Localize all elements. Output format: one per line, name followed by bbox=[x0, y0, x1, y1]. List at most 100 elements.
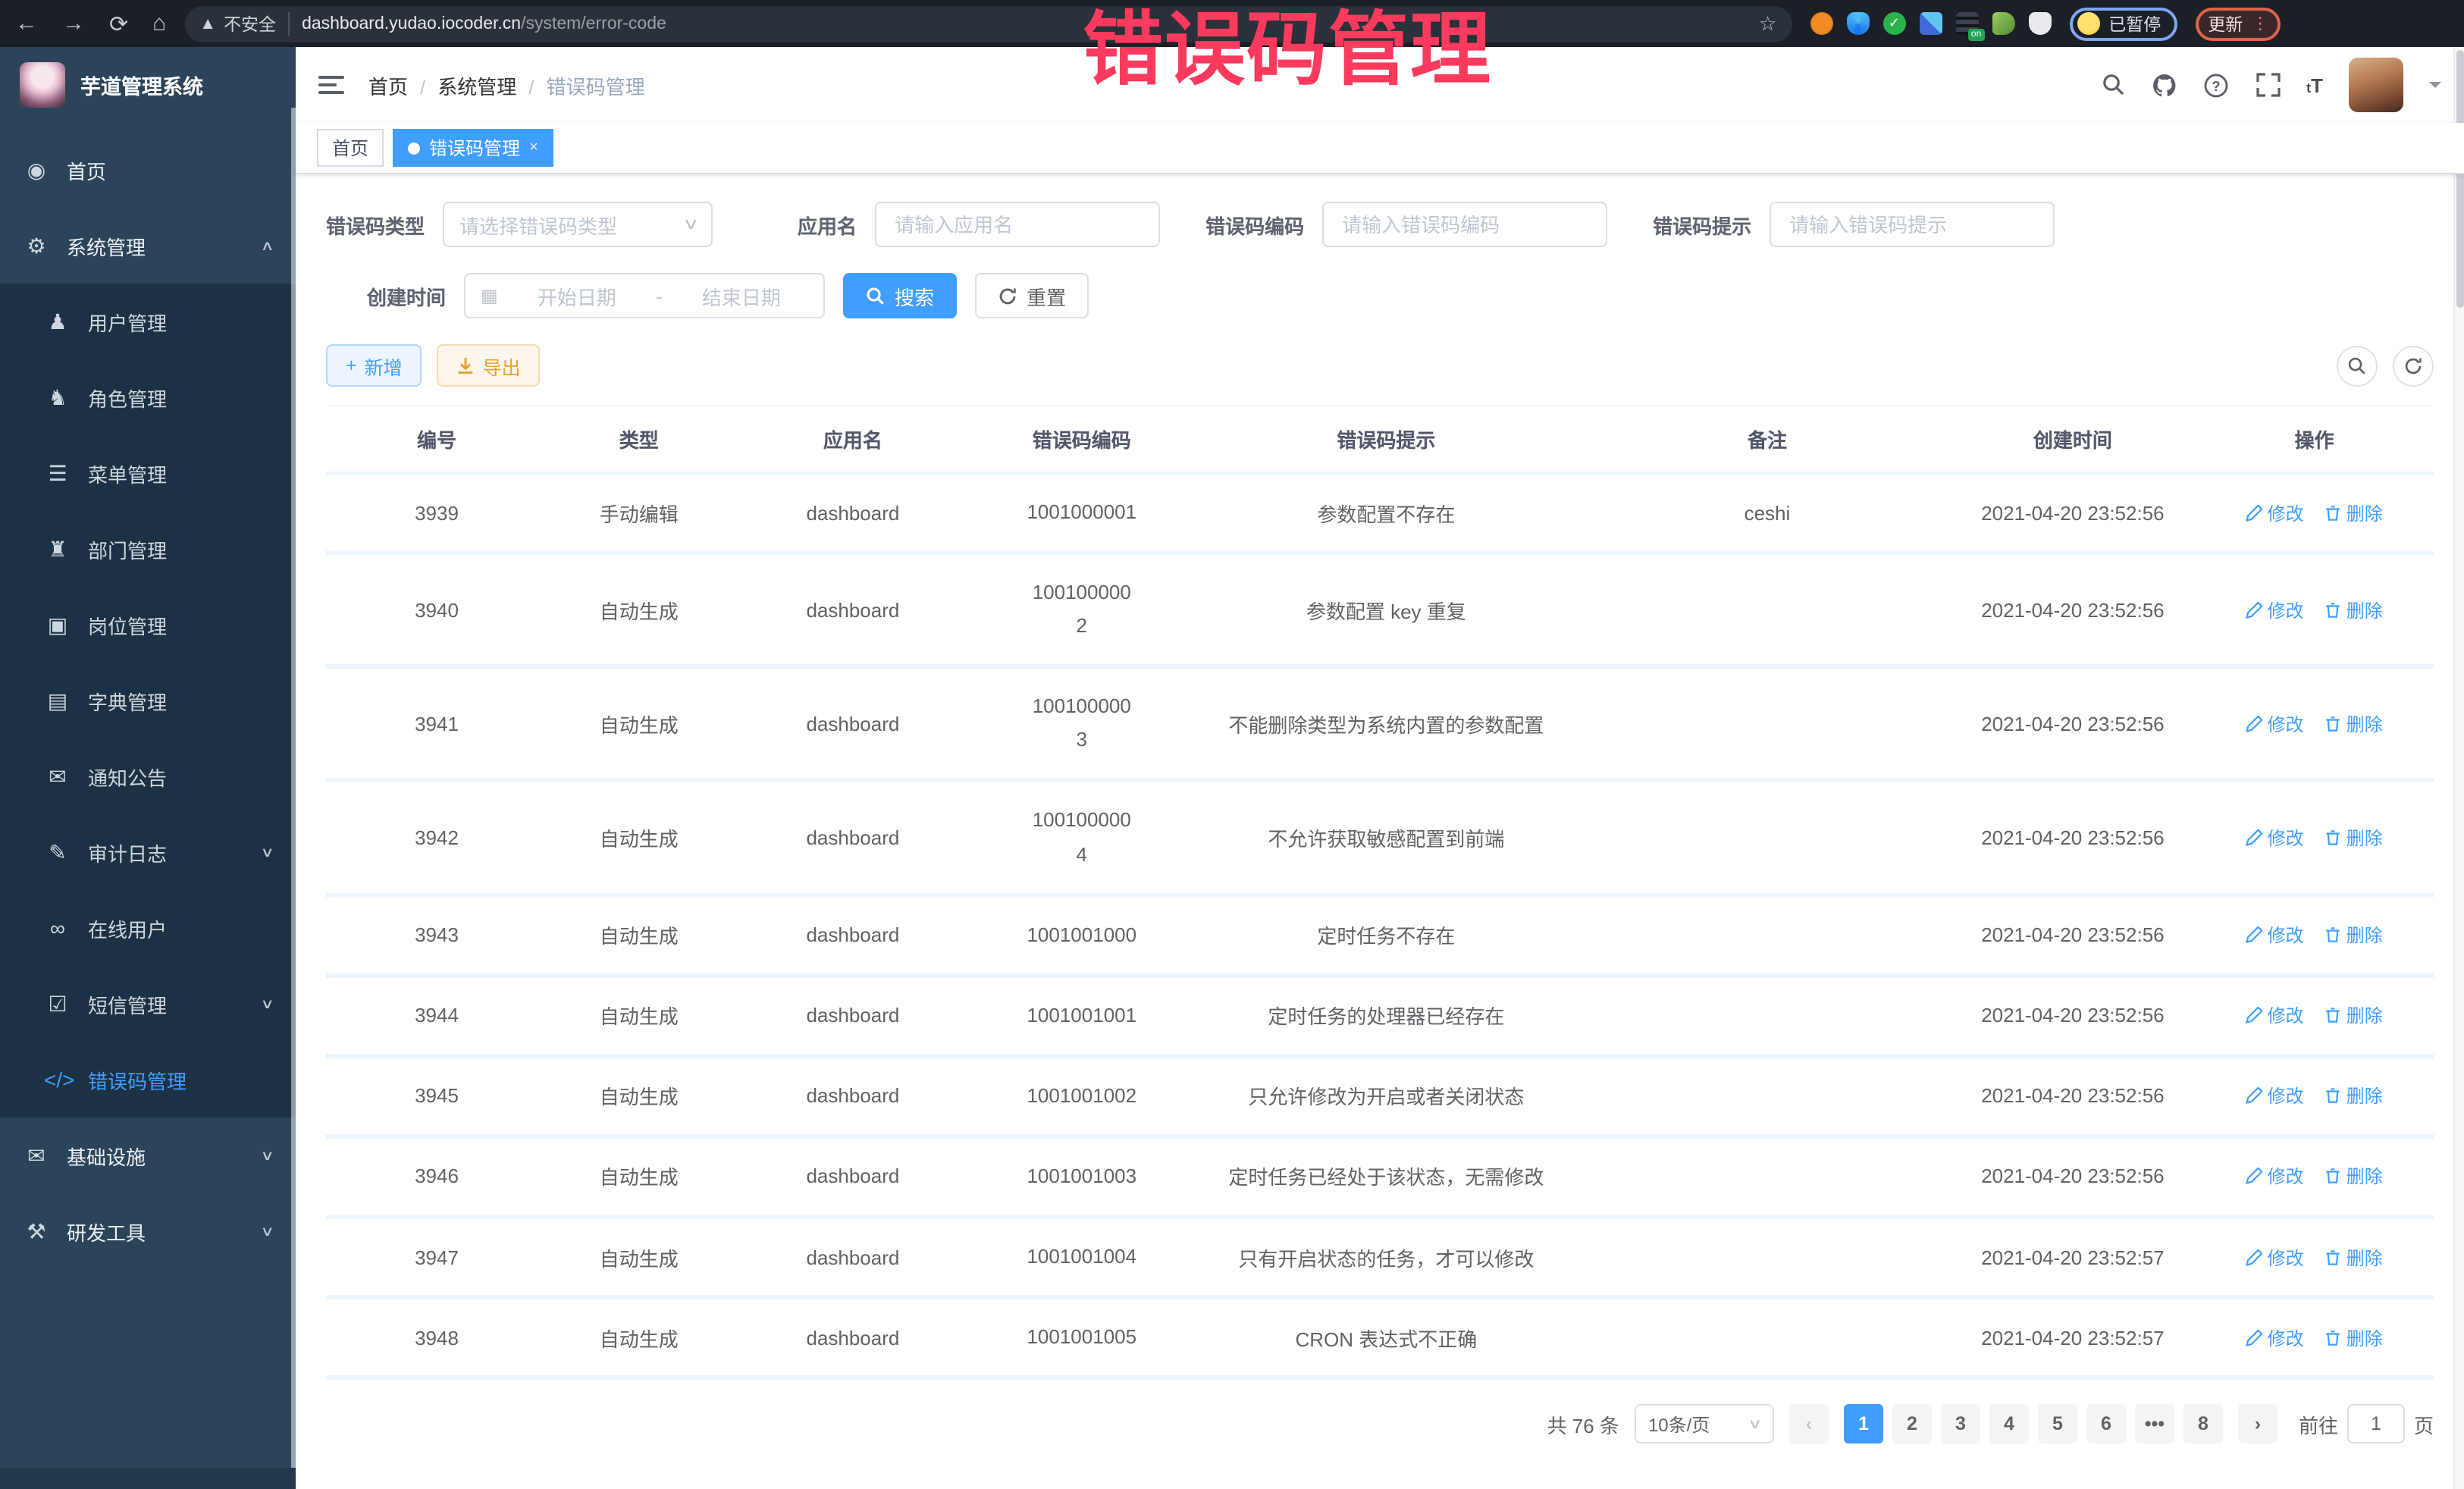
breadcrumb-item[interactable]: 系统管理/ bbox=[437, 71, 534, 99]
table-row[interactable]: 3942 自动生成 dashboard 100100000 4 不允许获取敏感配… bbox=[326, 781, 2434, 895]
reset-button[interactable]: 重置 bbox=[975, 273, 1089, 318]
table-header-cell[interactable]: 类型 bbox=[547, 406, 730, 473]
delete-link[interactable]: 删除 bbox=[2325, 922, 2383, 948]
sidebar-item[interactable]: ♟ 用户管理 bbox=[0, 284, 296, 359]
extension-icon-blue-grid[interactable] bbox=[1919, 12, 1942, 35]
view-tag[interactable]: 首页 bbox=[317, 129, 384, 167]
table-header-cell[interactable]: 创建时间 bbox=[1950, 406, 2195, 473]
sidebar-item[interactable]: ♞ 角色管理 bbox=[0, 359, 296, 435]
sidebar-item[interactable]: ∞ 在线用户 bbox=[0, 890, 296, 966]
delete-link[interactable]: 删除 bbox=[2325, 1324, 2383, 1350]
page-number[interactable]: ••• bbox=[2135, 1404, 2174, 1444]
search-icon[interactable] bbox=[2100, 72, 2126, 98]
bookmark-star-icon[interactable]: ☆ bbox=[1759, 11, 1776, 36]
table-header-cell[interactable]: 操作 bbox=[2195, 406, 2434, 473]
page-number[interactable]: 8 bbox=[2183, 1404, 2223, 1444]
forward-icon[interactable]: → bbox=[62, 11, 85, 36]
back-icon[interactable]: ← bbox=[15, 11, 38, 36]
sidebar-item[interactable]: ☑ 短信管理 ∨ bbox=[0, 966, 296, 1042]
sidebar-item[interactable]: ⚙ 系统管理 ∧ bbox=[0, 208, 296, 284]
sidebar-item[interactable]: ☰ 菜单管理 bbox=[0, 435, 296, 511]
table-header-cell[interactable]: 错误码编码 bbox=[975, 406, 1188, 473]
reload-icon[interactable]: ⟳ bbox=[109, 10, 128, 37]
sidebar-item[interactable]: </> 错误码管理 bbox=[0, 1042, 296, 1118]
extension-icon-blue-pin[interactable] bbox=[1846, 12, 1869, 35]
delete-link[interactable]: 删除 bbox=[2325, 1244, 2383, 1270]
browser-menu-icon[interactable]: ⋮ bbox=[2252, 14, 2268, 33]
toggle-search-button[interactable] bbox=[2337, 345, 2378, 386]
table-header-cell[interactable]: 备注 bbox=[1584, 406, 1950, 473]
font-size-icon[interactable]: tT bbox=[2306, 74, 2323, 96]
sidebar-item[interactable]: ✉ 基础设施 ∨ bbox=[0, 1118, 296, 1193]
refresh-button[interactable] bbox=[2393, 345, 2434, 386]
profile-paused-chip[interactable]: 已暂停 bbox=[2069, 7, 2177, 40]
add-button[interactable]: + 新增 bbox=[326, 344, 422, 387]
table-row[interactable]: 3945 自动生成 dashboard 1001001002 只允许修改为开启或… bbox=[326, 1056, 2434, 1136]
error-msg-input[interactable] bbox=[1770, 202, 2055, 247]
extension-icon-green-key[interactable] bbox=[1992, 12, 2014, 35]
help-icon[interactable]: ? bbox=[2203, 72, 2229, 98]
sidebar-item[interactable]: ✉ 通知公告 bbox=[0, 738, 296, 814]
extension-icon-puzzle[interactable] bbox=[2028, 12, 2051, 35]
sidebar-collapse-bar[interactable] bbox=[0, 1468, 296, 1489]
delete-link[interactable]: 删除 bbox=[2325, 711, 2383, 737]
error-type-select[interactable]: 请选择错误码类型 ∨ bbox=[443, 202, 713, 247]
breadcrumb-item[interactable]: 首页/ bbox=[368, 71, 425, 99]
table-header-cell[interactable]: 应用名 bbox=[730, 406, 975, 473]
security-chip[interactable]: ▲ 不安全 bbox=[199, 11, 290, 36]
app-name-input[interactable] bbox=[875, 202, 1160, 247]
table-row[interactable]: 3948 自动生成 dashboard 1001001005 CRON 表达式不… bbox=[326, 1297, 2434, 1378]
export-button[interactable]: 导出 bbox=[437, 344, 541, 387]
table-row[interactable]: 3941 自动生成 dashboard 100100000 3 不能删除类型为系… bbox=[326, 667, 2434, 781]
page-number[interactable]: 6 bbox=[2086, 1404, 2126, 1444]
edit-link[interactable]: 修改 bbox=[2246, 500, 2304, 525]
page-number[interactable]: 3 bbox=[1941, 1404, 1980, 1444]
extension-icon-list[interactable]: on bbox=[1955, 12, 1978, 35]
browser-update-button[interactable]: 更新 ⋮ bbox=[2196, 7, 2281, 40]
sidebar-item[interactable]: ✎ 审计日志 ∨ bbox=[0, 814, 296, 890]
page-scrollbar[interactable] bbox=[2453, 47, 2464, 1489]
avatar[interactable] bbox=[2349, 58, 2403, 112]
delete-link[interactable]: 删除 bbox=[2325, 1003, 2383, 1029]
table-row[interactable]: 3943 自动生成 dashboard 1001001000 定时任务不存在 2… bbox=[326, 895, 2434, 975]
page-number[interactable]: 5 bbox=[2038, 1404, 2077, 1444]
delete-link[interactable]: 删除 bbox=[2325, 1083, 2383, 1109]
hamburger-icon[interactable] bbox=[318, 76, 344, 94]
address-bar[interactable]: ▲ 不安全 dashboard.yudao.iocoder.cn/system/… bbox=[184, 5, 1792, 42]
table-row[interactable]: 3947 自动生成 dashboard 1001001004 只有开启状态的任务… bbox=[326, 1217, 2434, 1297]
sidebar-item[interactable]: ⚒ 研发工具 ∨ bbox=[0, 1193, 296, 1269]
page-size-select[interactable]: 10条/页 ∨ bbox=[1635, 1404, 1774, 1444]
search-button[interactable]: 搜索 bbox=[843, 273, 957, 318]
edit-link[interactable]: 修改 bbox=[2246, 1164, 2304, 1190]
page-number[interactable]: 1 bbox=[1844, 1404, 1883, 1444]
breadcrumb-item[interactable]: 错误码管理 bbox=[547, 71, 645, 99]
home-icon[interactable]: ⌂ bbox=[152, 11, 166, 36]
table-row[interactable]: 3944 自动生成 dashboard 1001001001 定时任务的处理器已… bbox=[326, 976, 2434, 1056]
table-row[interactable]: 3939 手动编辑 dashboard 1001000001 参数配置不存在 c… bbox=[326, 473, 2434, 553]
edit-link[interactable]: 修改 bbox=[2246, 1244, 2304, 1270]
table-row[interactable]: 3940 自动生成 dashboard 100100000 2 参数配置 key… bbox=[326, 553, 2434, 666]
extension-icon-green-check[interactable]: ✓ bbox=[1882, 12, 1905, 35]
table-header-cell[interactable]: 编号 bbox=[326, 406, 547, 473]
table-row[interactable]: 3946 自动生成 dashboard 1001001003 定时任务已经处于该… bbox=[326, 1136, 2434, 1217]
scrollbar-thumb[interactable] bbox=[2456, 50, 2464, 308]
edit-link[interactable]: 修改 bbox=[2246, 597, 2304, 622]
edit-link[interactable]: 修改 bbox=[2246, 1324, 2304, 1350]
page-number[interactable]: 4 bbox=[1989, 1404, 2029, 1444]
goto-page-input[interactable] bbox=[2347, 1404, 2405, 1444]
delete-link[interactable]: 删除 bbox=[2325, 1164, 2383, 1190]
next-page-button[interactable]: › bbox=[2238, 1404, 2277, 1444]
delete-link[interactable]: 删除 bbox=[2325, 500, 2383, 525]
date-range-picker[interactable]: ▦ 开始日期 - 结束日期 bbox=[464, 273, 825, 318]
sidebar-item[interactable]: ▣ 岗位管理 bbox=[0, 587, 296, 663]
edit-link[interactable]: 修改 bbox=[2246, 1003, 2304, 1029]
edit-link[interactable]: 修改 bbox=[2246, 825, 2304, 851]
edit-link[interactable]: 修改 bbox=[2246, 1083, 2304, 1109]
error-code-input[interactable] bbox=[1322, 202, 1607, 247]
fullscreen-icon[interactable] bbox=[2255, 72, 2281, 98]
sidebar-item[interactable]: ◉ 首页 bbox=[0, 132, 296, 208]
table-header-cell[interactable]: 错误码提示 bbox=[1188, 406, 1584, 473]
delete-link[interactable]: 删除 bbox=[2325, 825, 2383, 851]
sidebar-logo[interactable]: 芋道管理系统 bbox=[0, 47, 296, 123]
tag-close-icon[interactable]: × bbox=[529, 139, 538, 156]
